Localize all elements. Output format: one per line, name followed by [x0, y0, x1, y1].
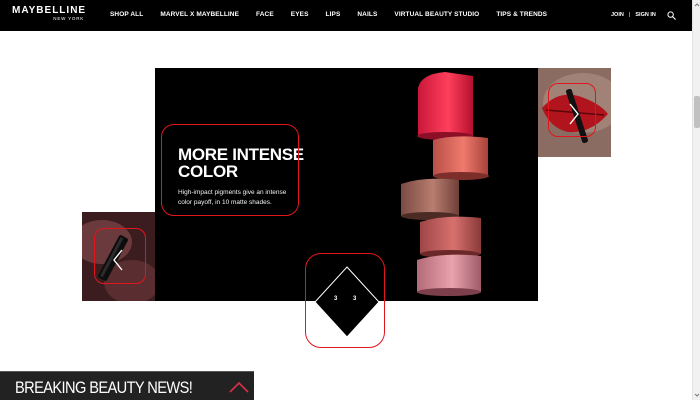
top-navigation: MAYBELLINE NEW YORK SHOP ALL MARVEL X MA…	[0, 0, 692, 31]
brand-name: MAYBELLINE	[12, 5, 87, 16]
breaking-news-label: BREAKING BEAUTY NEWS!	[15, 378, 193, 397]
nav-item-nails[interactable]: NAILS	[357, 10, 377, 20]
nav-item-face[interactable]: FACE	[256, 10, 274, 20]
sign-in-link[interactable]: SIGN IN	[635, 10, 655, 20]
account-separator: |	[628, 12, 631, 18]
slide-pager-diamond[interactable]	[314, 266, 380, 338]
brand-tagline: NEW YORK	[53, 16, 85, 21]
nav-item-eyes[interactable]: EYES	[291, 10, 309, 20]
chevron-left-icon[interactable]	[110, 248, 126, 272]
page-scrollbar[interactable]	[692, 0, 700, 400]
slide-title: MORE INTENSE COLOR	[178, 145, 304, 181]
slide-caption: MORE INTENSE COLOR High-impact pigments …	[178, 146, 308, 208]
scroll-up-arrow-icon[interactable]	[693, 2, 700, 8]
nav-item-shop-all[interactable]: SHOP ALL	[110, 10, 143, 20]
nav-item-lips[interactable]: LIPS	[326, 10, 341, 20]
scroll-down-arrow-icon[interactable]	[693, 392, 700, 398]
pager-total-pages: 3	[353, 296, 357, 302]
brand-logo[interactable]: MAYBELLINE NEW YORK	[12, 6, 86, 22]
chevron-up-icon[interactable]	[228, 381, 250, 393]
slide-description: High-impact pigments give an intense col…	[178, 189, 287, 206]
main-menu: SHOP ALL MARVEL X MAYBELLINE FACE EYES L…	[110, 10, 564, 20]
search-icon[interactable]	[667, 11, 676, 20]
nav-item-tips-trends[interactable]: TIPS & TRENDS	[496, 10, 547, 20]
scrollbar-thumb[interactable]	[694, 96, 700, 128]
nav-item-marvel[interactable]: MARVEL X MAYBELLINE	[160, 10, 239, 20]
nav-item-virtual-beauty-studio[interactable]: VIRTUAL BEAUTY STUDIO	[394, 10, 479, 20]
breaking-news-bar[interactable]: BREAKING BEAUTY NEWS!	[0, 371, 254, 400]
pager-current-page: 3	[334, 296, 338, 302]
account-links: JOIN | SIGN IN	[611, 10, 656, 20]
join-link[interactable]: JOIN	[611, 10, 624, 20]
chevron-right-icon[interactable]	[566, 102, 582, 126]
